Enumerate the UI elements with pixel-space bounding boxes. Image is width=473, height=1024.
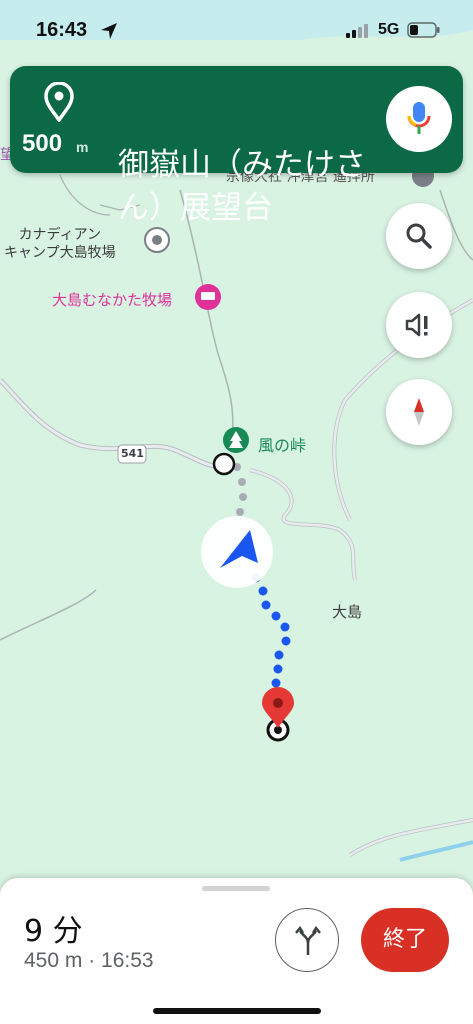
destination-name: 御嶽山（みたけさん）展望台	[118, 147, 366, 226]
distance-value: 500	[22, 130, 63, 157]
map-label-island: 大島	[332, 603, 363, 621]
trip-summary-sheet[interactable]: 9 分 450 m · 16:53 終了	[0, 878, 473, 1024]
map-label-campground[interactable]: カナディアン キャンプ大島牧場	[4, 226, 116, 262]
sheet-handle[interactable]	[202, 886, 270, 891]
trip-duration: 9 分	[24, 914, 83, 949]
alternate-routes-button[interactable]	[275, 908, 339, 972]
microphone-icon	[407, 102, 431, 134]
network-type: 5G	[378, 21, 400, 38]
location-pin-icon	[44, 82, 74, 122]
battery-icon	[407, 22, 440, 38]
status-bar: 16:43 5G	[0, 0, 473, 62]
route-origin-marker	[212, 452, 236, 476]
sound-alert-button[interactable]	[386, 292, 452, 358]
search-button[interactable]	[386, 203, 452, 269]
end-navigation-button[interactable]: 終了	[361, 908, 449, 972]
compass-icon	[414, 398, 424, 426]
sound-alert-icon	[405, 313, 428, 337]
alternate-routes-icon	[295, 925, 321, 955]
signal-icon	[346, 24, 368, 38]
map-label-lodging[interactable]: 大島むなかた牧場	[52, 289, 172, 310]
voice-search-button[interactable]	[386, 86, 452, 152]
map-label-pass[interactable]: 風の峠	[258, 432, 306, 456]
road-number-label: 541	[121, 447, 144, 460]
location-arrow-icon	[101, 23, 117, 39]
trip-details: 450 m · 16:53	[24, 949, 154, 972]
distance-unit: m	[76, 139, 89, 155]
home-indicator[interactable]	[153, 1008, 321, 1014]
compass-button[interactable]	[386, 379, 452, 445]
status-time: 16:43	[36, 19, 88, 41]
search-icon	[406, 223, 432, 249]
